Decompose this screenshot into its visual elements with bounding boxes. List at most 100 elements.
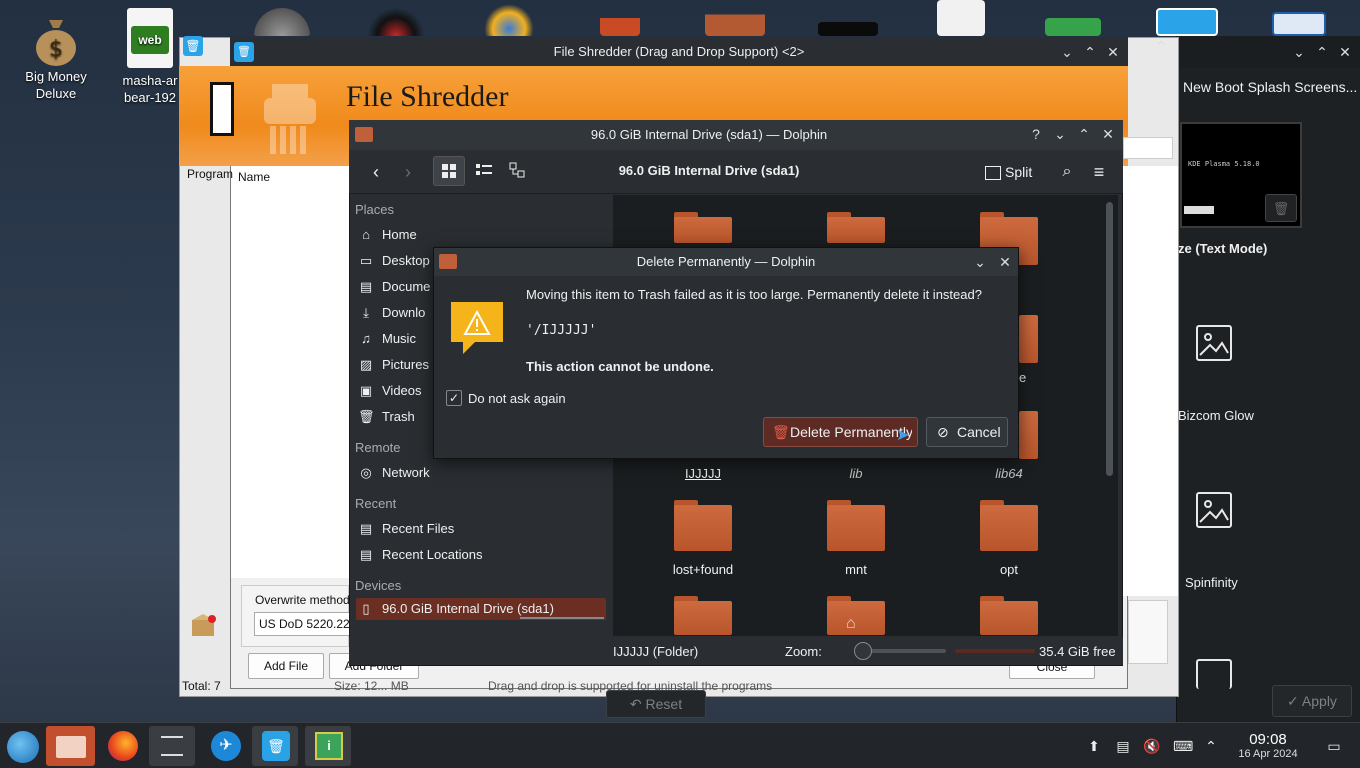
close-icon[interactable]: ✕ xyxy=(1334,41,1356,63)
help-icon[interactable]: ? xyxy=(1025,123,1047,145)
clock-time[interactable]: 09:08 xyxy=(1240,731,1296,748)
desktop-icon-label: Deluxe xyxy=(35,86,77,101)
taskbar-info-app[interactable]: i xyxy=(305,726,351,766)
location-label[interactable]: 96.0 GiB Internal Drive (sda1) xyxy=(589,163,829,178)
place-label: Home xyxy=(382,227,417,242)
window-title: File Shredder (Drag and Drop Support) <2… xyxy=(553,44,805,59)
icons-view-button[interactable] xyxy=(433,156,465,186)
folder-icon[interactable] xyxy=(827,212,885,243)
home-folder-icon[interactable]: ⌂ xyxy=(827,596,885,635)
theme-label[interactable]: Bizcom Glow xyxy=(1178,408,1254,423)
desktop-icon-partial-folder[interactable] xyxy=(705,0,765,36)
start-menu-button[interactable] xyxy=(0,726,46,766)
back-button[interactable]: ‹ xyxy=(363,160,389,184)
folder-icon[interactable] xyxy=(827,500,885,551)
taskbar-file-shredder[interactable]: 🗑 xyxy=(252,726,298,766)
desktop-icon-partial-dark[interactable] xyxy=(367,0,425,36)
folder-label-lib64[interactable]: lib64 xyxy=(949,466,1069,481)
hamburger-menu-icon[interactable]: ≡ xyxy=(1087,160,1111,184)
close-icon[interactable]: ✕ xyxy=(1097,123,1119,145)
column-header-name[interactable]: Name xyxy=(238,170,270,184)
minimize-icon[interactable]: ⌄ xyxy=(1049,123,1071,145)
folder-icon[interactable] xyxy=(1019,310,1038,363)
folder-label-mnt[interactable]: mnt xyxy=(796,562,916,577)
folder-icon[interactable] xyxy=(674,500,732,551)
place-recent-locations[interactable]: ▤ Recent Locations xyxy=(356,544,606,566)
minimize-icon[interactable]: ⌄ xyxy=(1288,41,1310,63)
folder-label-lib[interactable]: lib xyxy=(796,466,916,481)
volume-muted-icon[interactable]: 🔇 xyxy=(1143,737,1161,755)
folder-icon[interactable] xyxy=(674,212,732,243)
update-icon[interactable]: ⬆ xyxy=(1085,737,1103,755)
maximize-icon[interactable]: ⌃ xyxy=(1073,123,1095,145)
delete-permanently-button[interactable]: 🗑 Delete Permanently ➤ xyxy=(763,417,918,447)
place-network[interactable]: ◎ Network xyxy=(356,462,606,484)
image-icon xyxy=(1196,492,1232,528)
checkbox-label[interactable]: Do not ask again xyxy=(468,391,566,406)
maximize-icon[interactable]: ⌃ xyxy=(1150,35,1172,57)
folder-label-lost-found[interactable]: lost+found xyxy=(643,562,763,577)
desktop-icon-partial-app[interactable] xyxy=(600,0,640,36)
desktop-icon-partial-star[interactable] xyxy=(480,0,538,36)
theme-label[interactable]: Spinfinity xyxy=(1185,575,1238,590)
taskbar-settings[interactable] xyxy=(149,726,195,766)
close-icon[interactable]: ✕ xyxy=(994,251,1016,273)
desktop-icon-partial-green[interactable] xyxy=(1045,18,1101,36)
desktop-icon-partial-doc[interactable] xyxy=(937,0,985,36)
drive-folder-icon[interactable] xyxy=(1019,406,1038,459)
taskbar-firefox[interactable] xyxy=(100,726,146,766)
documents-icon: ▤ xyxy=(359,279,373,294)
place-recent-files[interactable]: ▤ Recent Files xyxy=(356,518,606,540)
folder-icon[interactable] xyxy=(980,500,1038,551)
apply-button[interactable]: ✓ Apply xyxy=(1272,685,1352,717)
folder-icon[interactable] xyxy=(674,596,732,635)
tray-expand-icon[interactable]: ⌃ xyxy=(1202,737,1220,755)
details-view-button[interactable] xyxy=(503,156,533,186)
clipboard-icon[interactable]: ▤ xyxy=(1114,737,1132,755)
folder-label-opt[interactable]: opt xyxy=(949,562,1069,577)
column-header-program[interactable]: Program xyxy=(187,167,233,181)
folder-icon[interactable] xyxy=(980,596,1038,635)
recent-files-icon: ▤ xyxy=(359,521,373,536)
delete-theme-button[interactable]: 🗑 xyxy=(1265,194,1297,222)
show-desktop-icon[interactable]: ▭ xyxy=(1325,737,1343,755)
panel-title: New Boot Splash Screens... xyxy=(1183,79,1358,95)
minimize-icon[interactable]: ⌄ xyxy=(1056,41,1078,63)
do-not-ask-checkbox[interactable]: ✓ xyxy=(446,390,462,406)
zoom-slider[interactable] xyxy=(854,642,946,660)
minimize-icon[interactable]: ⌄ xyxy=(969,251,991,273)
cancel-button[interactable]: ⊘ Cancel xyxy=(926,417,1008,447)
theme-label[interactable]: ze (Text Mode) xyxy=(1178,241,1267,256)
desktop-icon-partial-monitor[interactable] xyxy=(1272,12,1326,36)
add-file-button[interactable]: Add File xyxy=(248,653,324,679)
shredder-input-partial[interactable] xyxy=(1123,137,1173,159)
split-button[interactable]: Split xyxy=(985,160,1041,184)
compact-view-button[interactable] xyxy=(469,156,499,186)
maximize-icon[interactable]: ⌃ xyxy=(1311,41,1333,63)
zoom-slider-handle[interactable] xyxy=(854,642,872,660)
desktop-icon: ▭ xyxy=(359,253,373,268)
desktop-icon-partial-black[interactable] xyxy=(818,22,878,36)
folder-label-ijjjjj[interactable]: IJJJJJ xyxy=(643,466,763,481)
taskbar-plane-app[interactable]: ✈ xyxy=(202,726,248,766)
clock-date[interactable]: 16 Apr 2024 xyxy=(1228,748,1308,760)
shredder-list-area[interactable] xyxy=(231,166,350,578)
taskbar-dolphin[interactable] xyxy=(46,726,95,766)
maximize-icon[interactable]: ⌃ xyxy=(1079,41,1101,63)
recent-locations-icon: ▤ xyxy=(359,547,373,562)
info-icon: i xyxy=(315,732,343,760)
desktop-icon-partial-gauge[interactable] xyxy=(253,0,311,36)
desktop-icon-partial-blue[interactable] xyxy=(1156,8,1218,36)
search-icon[interactable]: ⌕ xyxy=(1055,160,1079,184)
desktop-icon-masha[interactable]: web masha-ar bear-192 xyxy=(110,8,190,106)
place-home[interactable]: ⌂ Home xyxy=(356,224,606,246)
keyboard-layout-icon[interactable]: ⌨ xyxy=(1173,737,1193,755)
close-icon[interactable]: ✕ xyxy=(1102,41,1124,63)
forward-button[interactable]: › xyxy=(395,160,421,184)
shredder-watermark-icon xyxy=(254,78,326,158)
reset-button[interactable]: ↶ Reset xyxy=(606,690,706,718)
overwrite-method-select[interactable]: US DoD 5220.22 xyxy=(254,612,350,636)
desktop-icon-big-money[interactable]: $ Big Money Deluxe xyxy=(11,14,101,102)
dolphin-statusbar: IJJJJJ (Folder) Zoom: 35.4 GiB free xyxy=(349,637,1123,665)
scrollbar[interactable] xyxy=(1106,202,1113,476)
